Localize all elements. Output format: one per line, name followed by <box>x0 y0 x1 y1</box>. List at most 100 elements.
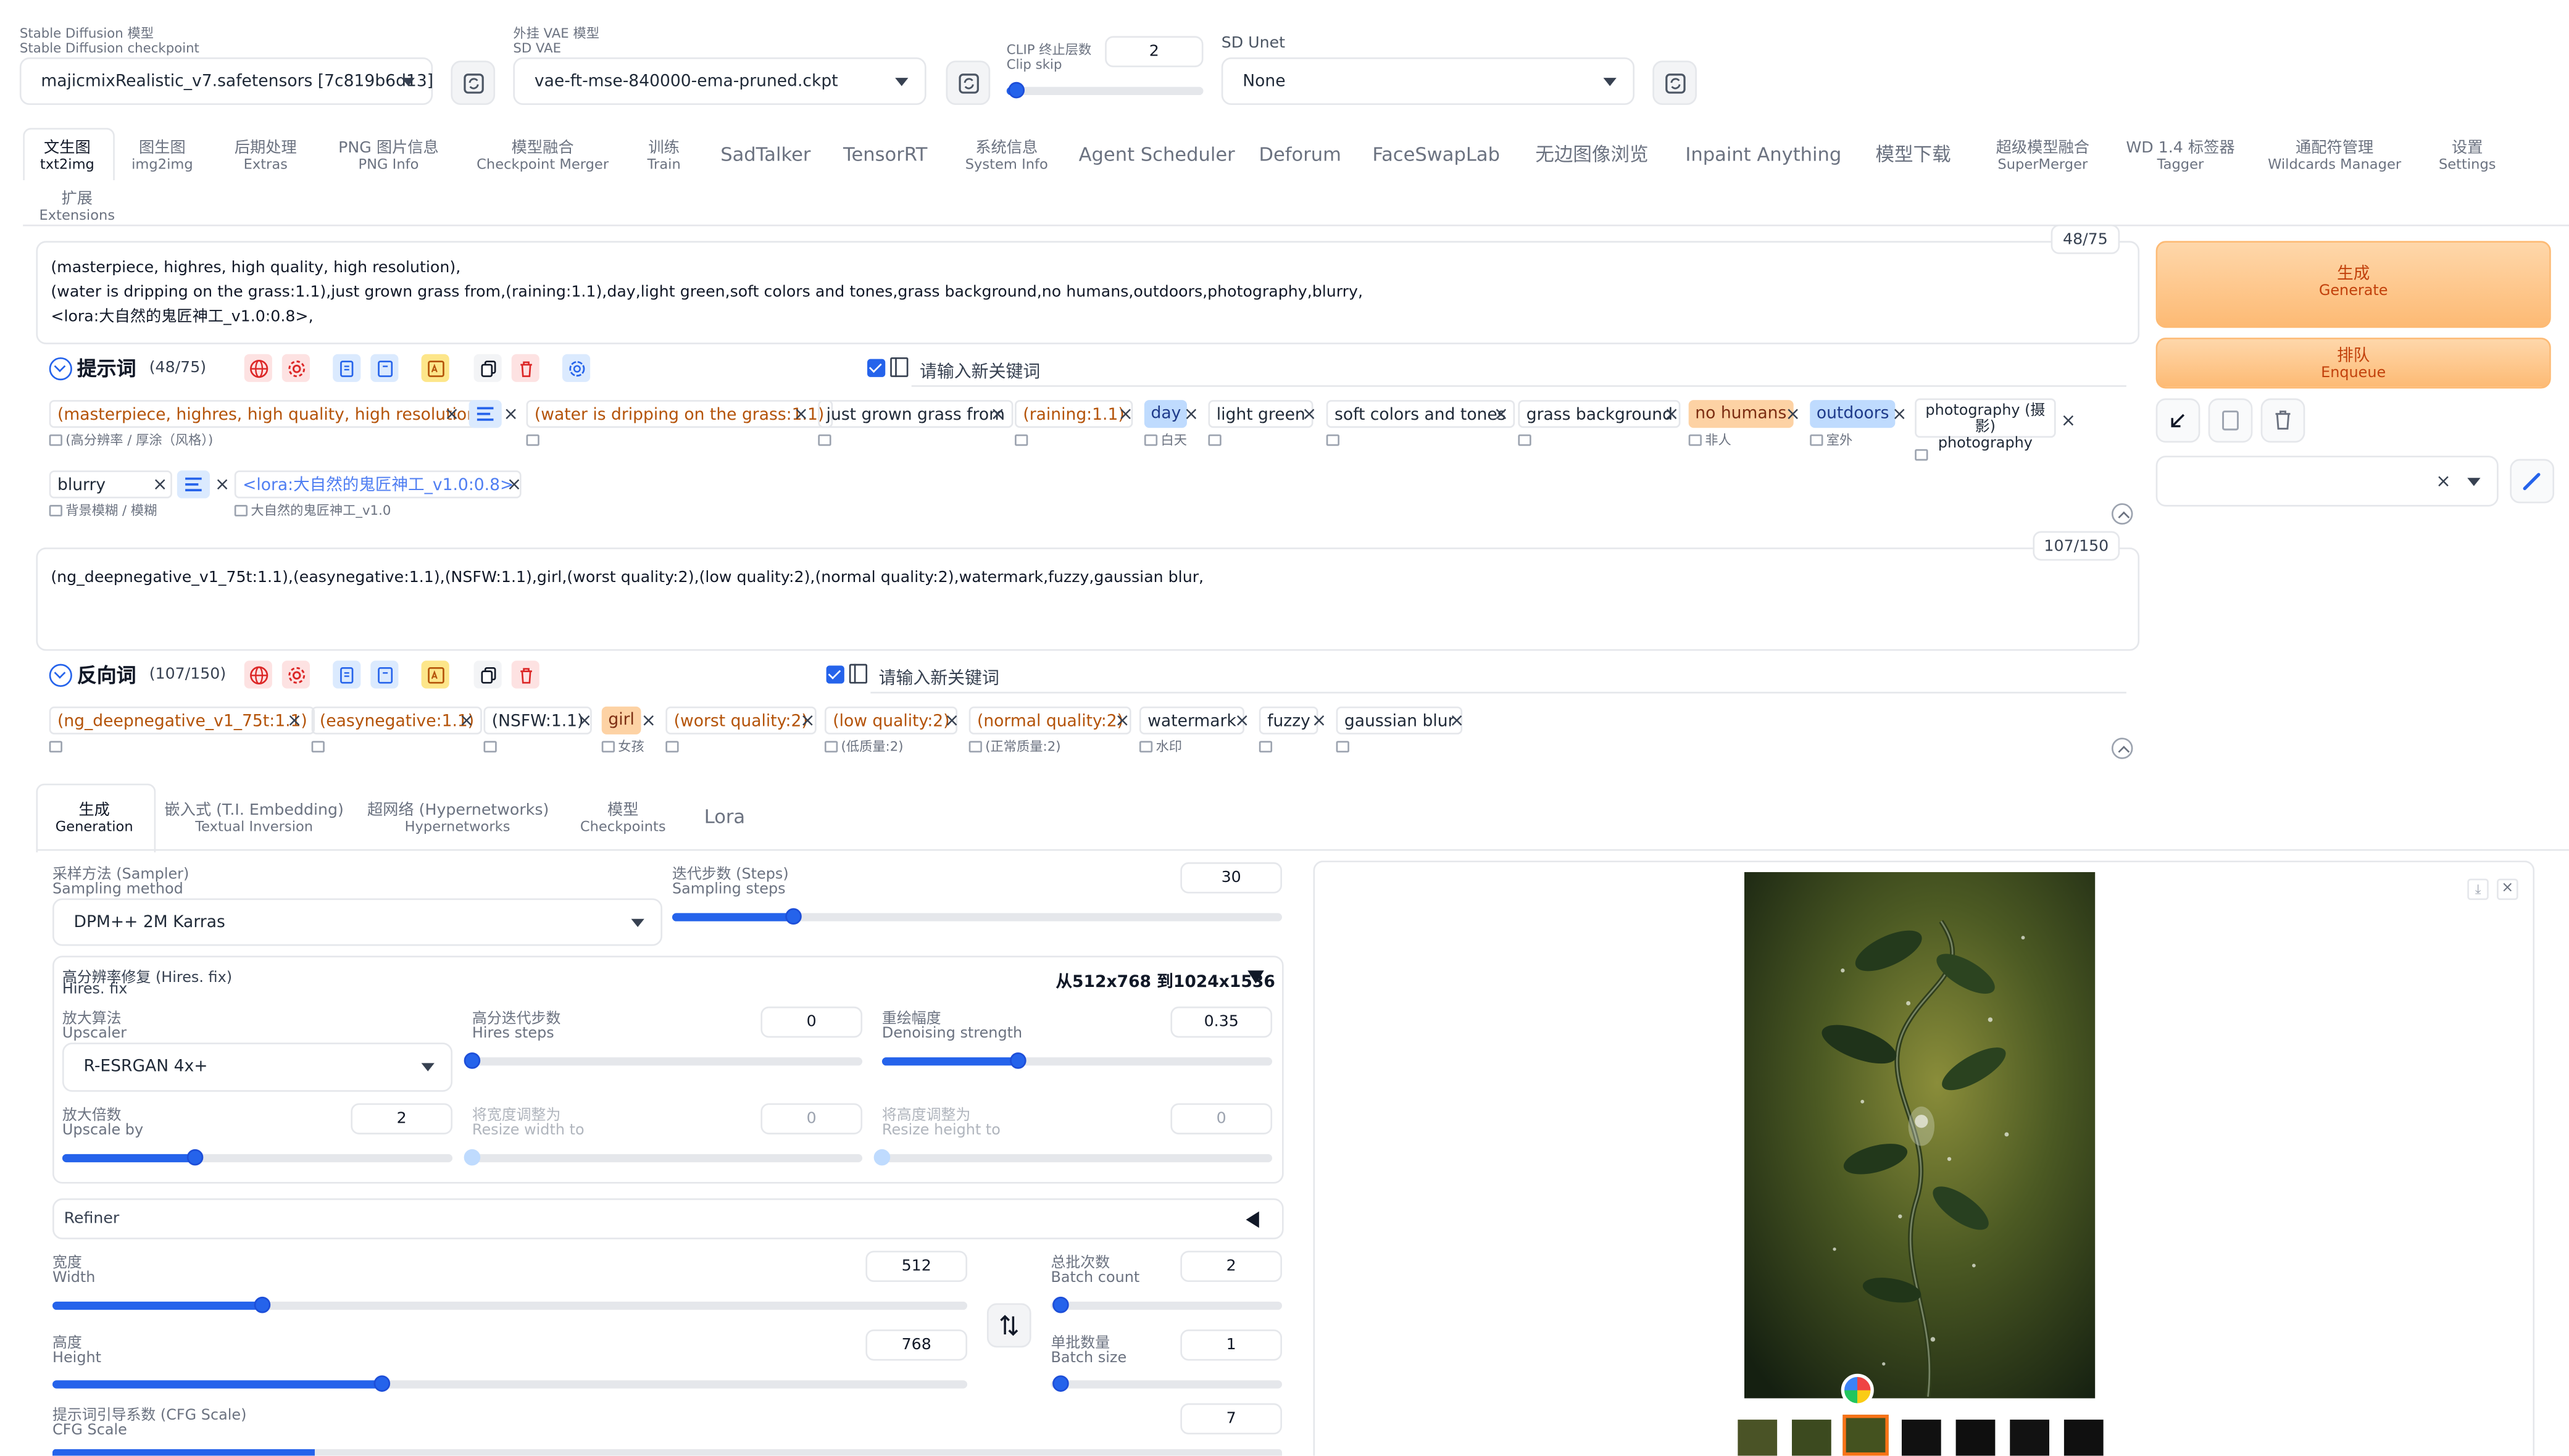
remove-tag-icon[interactable]: × <box>2061 407 2076 435</box>
batch-count-slider[interactable] <box>1051 1296 1282 1313</box>
favorite-prompt-button[interactable] <box>370 354 399 382</box>
negative-tag[interactable]: (ng_deepnegative_v1_75t:1.1) <box>49 706 316 734</box>
color-picker-icon[interactable] <box>1841 1373 1874 1407</box>
wrap-line-button[interactable] <box>468 400 502 428</box>
prompt-tag[interactable]: (water is dripping on the grass:1.1) <box>526 400 833 428</box>
tab-checkpoint-merger[interactable]: 模型融合 Checkpoint Merger <box>469 140 617 173</box>
remove-tag-icon[interactable]: × <box>1449 707 1464 734</box>
remove-tag-icon[interactable]: × <box>577 707 592 734</box>
collapse-triangle-icon[interactable] <box>1247 970 1264 984</box>
thumbnail-selected[interactable] <box>1842 1415 1889 1456</box>
styles-dropdown[interactable]: × <box>2155 456 2499 507</box>
paste-button[interactable] <box>2208 398 2253 443</box>
generate-button[interactable]: 生成 Generate <box>2155 241 2551 328</box>
remove-tag-icon[interactable]: × <box>1312 707 1326 734</box>
copy-negative-button[interactable] <box>333 660 361 689</box>
thumbnail[interactable] <box>2063 1420 2104 1456</box>
width-handle[interactable] <box>254 1296 272 1313</box>
remove-tag-icon[interactable]: × <box>444 400 459 428</box>
width-slider[interactable] <box>52 1296 968 1313</box>
prompt-tag[interactable]: grass background <box>1518 400 1681 428</box>
copy-button[interactable] <box>473 660 502 689</box>
remove-tag-icon[interactable]: × <box>1235 707 1249 734</box>
remove-tag-icon[interactable]: × <box>794 400 809 428</box>
upscale-by-slider[interactable] <box>62 1148 453 1165</box>
vae-dropdown[interactable]: vae-ft-mse-840000-ema-pruned.ckpt <box>513 57 926 105</box>
clear-prompt-button[interactable] <box>511 354 539 382</box>
subtab-checkpoints[interactable]: 模型 Checkpoints <box>574 802 672 836</box>
checkpoint-dropdown[interactable]: majicmixRealistic_v7.safetensors [7c819b… <box>19 57 433 105</box>
swap-dimensions-button[interactable] <box>986 1303 1031 1348</box>
remove-tag-icon[interactable]: × <box>1184 400 1199 428</box>
prompt-tag[interactable]: soft colors and tones <box>1326 400 1514 428</box>
negative-tag[interactable]: girl <box>601 706 641 734</box>
denoise-slider[interactable] <box>881 1051 1273 1068</box>
upscaler-dropdown[interactable]: R-ESRGAN 4x+ <box>62 1042 453 1092</box>
remove-tag-icon[interactable]: × <box>507 470 522 498</box>
tab-train[interactable]: 训练 Train <box>636 140 692 173</box>
remove-tag-icon[interactable]: × <box>1115 707 1130 734</box>
tab-settings[interactable]: 设置 Settings <box>2433 140 2502 173</box>
translate-negative-button[interactable] <box>421 660 449 689</box>
copy-prompt-button[interactable] <box>333 354 361 382</box>
steps-handle[interactable] <box>786 907 802 924</box>
thumbnail[interactable] <box>2010 1420 2049 1456</box>
unet-dropdown[interactable]: None <box>1221 57 1635 105</box>
keyword-input[interactable]: 请输入新关键词 <box>911 354 2126 387</box>
clip-skip-slider[interactable] <box>1006 81 1204 98</box>
read-params-button[interactable] <box>2155 398 2201 443</box>
subtab-textual-inversion[interactable]: 嵌入式 (T.I. Embedding) Textual Inversion <box>164 802 344 836</box>
collapse-tags-icon[interactable] <box>2111 503 2133 525</box>
negative-prompt-textarea[interactable]: (ng_deepnegative_v1_75t:1.1),(easynegati… <box>36 547 2140 651</box>
negative-tag[interactable]: (easynegative:1.1) <box>311 706 483 734</box>
remove-tag-icon[interactable]: × <box>641 707 656 734</box>
remove-tag-icon[interactable]: × <box>152 470 167 498</box>
tab-system-info[interactable]: 系统信息 System Info <box>957 140 1055 173</box>
negative-keyword-enable-checkbox[interactable] <box>826 665 844 684</box>
copy-button[interactable] <box>473 354 502 382</box>
collapse-tags-icon[interactable] <box>2111 738 2133 759</box>
height-slider[interactable] <box>52 1375 968 1391</box>
remove-tag-icon[interactable]: × <box>287 707 302 734</box>
tab-tensorrt[interactable]: TensorRT <box>839 144 931 164</box>
generated-image[interactable] <box>1744 872 2096 1399</box>
close-icon[interactable]: × <box>2497 878 2518 901</box>
remove-tag-icon[interactable]: × <box>800 707 815 734</box>
remove-tag-icon[interactable]: × <box>1664 400 1679 428</box>
thumbnail[interactable] <box>1738 1420 1778 1456</box>
cfg-slider[interactable] <box>52 1449 1282 1456</box>
prompt-tag[interactable]: (raining:1.1) <box>1015 400 1133 428</box>
negative-tag[interactable]: fuzzy <box>1259 706 1319 734</box>
negative-tag[interactable]: watermark <box>1139 706 1245 734</box>
tab-infinite-browser[interactable]: 无边图像浏览 <box>1528 144 1655 164</box>
hires-steps-input[interactable]: 0 <box>760 1006 863 1038</box>
remove-tag-icon[interactable]: × <box>1494 400 1509 428</box>
enqueue-button[interactable]: 排队 Enqueue <box>2155 338 2551 389</box>
prompt-textarea[interactable]: (masterpiece, highres, high quality, hig… <box>36 241 2140 344</box>
refresh-vae-button[interactable] <box>946 60 991 105</box>
tab-extensions[interactable]: 扩展 Extensions <box>36 191 118 224</box>
resize-height-input[interactable]: 0 <box>1170 1103 1273 1134</box>
prompt-tag[interactable]: day <box>1144 400 1188 428</box>
tab-png-info[interactable]: PNG 图片信息 PNG Info <box>331 140 446 173</box>
prompt-tag[interactable]: just grown grass from <box>818 400 1014 428</box>
tab-sadtalker[interactable]: SadTalker <box>715 144 817 164</box>
batch-size-slider[interactable] <box>1051 1375 1282 1391</box>
upscale-by-input[interactable]: 2 <box>351 1103 453 1134</box>
clear-styles-icon[interactable]: × <box>2436 470 2450 492</box>
chatgpt-button[interactable] <box>562 354 591 382</box>
batch-size-handle[interactable] <box>1052 1375 1069 1391</box>
negative-tag[interactable]: (worst quality:2) <box>665 706 816 734</box>
wrap-line-button[interactable] <box>177 470 210 499</box>
tab-inpaint-anything[interactable]: Inpaint Anything <box>1685 144 1841 164</box>
lora-tag[interactable]: <lora:大自然的鬼匠神工_v1.0:0.8> <box>234 470 522 499</box>
keyword-enable-checkbox[interactable] <box>867 359 886 377</box>
upscale-by-handle[interactable] <box>186 1148 204 1165</box>
steps-input[interactable]: 30 <box>1180 862 1282 894</box>
prompt-settings-button[interactable] <box>281 354 310 382</box>
negative-tag[interactable]: (normal quality:2) <box>968 706 1132 734</box>
height-handle[interactable] <box>373 1375 390 1391</box>
clip-skip-input[interactable]: 2 <box>1105 36 1204 67</box>
remove-tag-icon[interactable]: × <box>459 707 474 734</box>
remove-tag-icon[interactable]: × <box>1118 400 1133 428</box>
